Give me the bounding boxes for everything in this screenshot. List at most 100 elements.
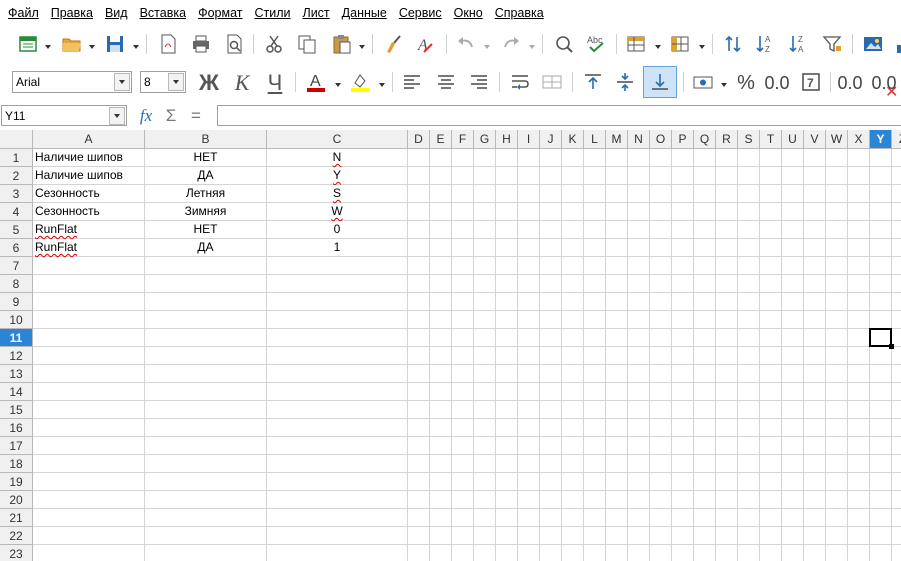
- cell-b3[interactable]: Летняя: [145, 185, 267, 203]
- cell-r13[interactable]: [716, 365, 738, 383]
- cell-h6[interactable]: [496, 239, 518, 257]
- cell-l20[interactable]: [584, 491, 606, 509]
- cell-w6[interactable]: [826, 239, 848, 257]
- cell-l22[interactable]: [584, 527, 606, 545]
- cell-e8[interactable]: [430, 275, 452, 293]
- cell-y17[interactable]: [870, 437, 892, 455]
- cell-z2[interactable]: [892, 167, 901, 185]
- cell-k7[interactable]: [562, 257, 584, 275]
- cell-q15[interactable]: [694, 401, 716, 419]
- cell-o1[interactable]: [650, 149, 672, 167]
- cell-y9[interactable]: [870, 293, 892, 311]
- paste-icon[interactable]: [328, 30, 356, 58]
- sort-ascending-icon[interactable]: AZ: [752, 30, 780, 58]
- row-header-14[interactable]: 14: [0, 383, 33, 401]
- cell-b19[interactable]: [145, 473, 267, 491]
- cell-h7[interactable]: [496, 257, 518, 275]
- menu-data[interactable]: Данные: [336, 0, 393, 26]
- menu-sheet[interactable]: Лист: [296, 0, 335, 26]
- cell-v5[interactable]: [804, 221, 826, 239]
- cell-x11[interactable]: [848, 329, 870, 347]
- cell-b2[interactable]: ДА: [145, 167, 267, 185]
- cell-b20[interactable]: [145, 491, 267, 509]
- cell-l1[interactable]: [584, 149, 606, 167]
- cell-t21[interactable]: [760, 509, 782, 527]
- cell-g11[interactable]: [474, 329, 496, 347]
- cell-o13[interactable]: [650, 365, 672, 383]
- column-header-a[interactable]: A: [33, 130, 145, 149]
- cell-z10[interactable]: [892, 311, 901, 329]
- cell-k21[interactable]: [562, 509, 584, 527]
- cell-p5[interactable]: [672, 221, 694, 239]
- cell-p20[interactable]: [672, 491, 694, 509]
- cell-u17[interactable]: [782, 437, 804, 455]
- cell-v8[interactable]: [804, 275, 826, 293]
- cell-k12[interactable]: [562, 347, 584, 365]
- cell-x5[interactable]: [848, 221, 870, 239]
- open-folder-icon[interactable]: [58, 30, 86, 58]
- cell-r3[interactable]: [716, 185, 738, 203]
- row-header-12[interactable]: 12: [0, 347, 33, 365]
- cell-r6[interactable]: [716, 239, 738, 257]
- cell-w22[interactable]: [826, 527, 848, 545]
- cell-j17[interactable]: [540, 437, 562, 455]
- cell-j23[interactable]: [540, 545, 562, 561]
- menu-format[interactable]: Формат: [192, 0, 248, 26]
- cell-o18[interactable]: [650, 455, 672, 473]
- cell-f6[interactable]: [452, 239, 474, 257]
- cell-e6[interactable]: [430, 239, 452, 257]
- underline-button[interactable]: Ч: [261, 68, 289, 98]
- cell-a22[interactable]: [33, 527, 145, 545]
- cell-x19[interactable]: [848, 473, 870, 491]
- cell-e3[interactable]: [430, 185, 452, 203]
- cell-e16[interactable]: [430, 419, 452, 437]
- column-header-b[interactable]: B: [145, 130, 267, 149]
- cell-y2[interactable]: [870, 167, 892, 185]
- cell-x3[interactable]: [848, 185, 870, 203]
- cell-a18[interactable]: [33, 455, 145, 473]
- cell-d12[interactable]: [408, 347, 430, 365]
- cell-t10[interactable]: [760, 311, 782, 329]
- cell-j15[interactable]: [540, 401, 562, 419]
- cell-n12[interactable]: [628, 347, 650, 365]
- column-header-z[interactable]: Z: [892, 130, 901, 149]
- cell-k14[interactable]: [562, 383, 584, 401]
- cell-y1[interactable]: [870, 149, 892, 167]
- cell-o22[interactable]: [650, 527, 672, 545]
- cell-k2[interactable]: [562, 167, 584, 185]
- cell-v17[interactable]: [804, 437, 826, 455]
- highlight-color-button[interactable]: [346, 68, 374, 96]
- align-center-icon[interactable]: [432, 68, 460, 96]
- cell-n17[interactable]: [628, 437, 650, 455]
- cell-n22[interactable]: [628, 527, 650, 545]
- cell-d1[interactable]: [408, 149, 430, 167]
- italic-button[interactable]: К: [228, 68, 256, 98]
- cell-w13[interactable]: [826, 365, 848, 383]
- cell-e17[interactable]: [430, 437, 452, 455]
- cell-y6[interactable]: [870, 239, 892, 257]
- cell-f23[interactable]: [452, 545, 474, 561]
- cell-v15[interactable]: [804, 401, 826, 419]
- cell-j21[interactable]: [540, 509, 562, 527]
- sort-icon[interactable]: [719, 30, 747, 58]
- undo-icon[interactable]: [452, 30, 480, 58]
- cell-n7[interactable]: [628, 257, 650, 275]
- cell-o3[interactable]: [650, 185, 672, 203]
- row-header-1[interactable]: 1: [0, 149, 33, 167]
- cell-m8[interactable]: [606, 275, 628, 293]
- cell-m14[interactable]: [606, 383, 628, 401]
- cell-s12[interactable]: [738, 347, 760, 365]
- menu-file[interactable]: Файл: [2, 0, 45, 26]
- cell-p19[interactable]: [672, 473, 694, 491]
- cell-m7[interactable]: [606, 257, 628, 275]
- cell-e5[interactable]: [430, 221, 452, 239]
- cell-w7[interactable]: [826, 257, 848, 275]
- cut-icon[interactable]: [260, 30, 288, 58]
- cell-q19[interactable]: [694, 473, 716, 491]
- cell-h23[interactable]: [496, 545, 518, 561]
- cell-k9[interactable]: [562, 293, 584, 311]
- row-header-17[interactable]: 17: [0, 437, 33, 455]
- cell-b23[interactable]: [145, 545, 267, 561]
- cell-f3[interactable]: [452, 185, 474, 203]
- cell-s1[interactable]: [738, 149, 760, 167]
